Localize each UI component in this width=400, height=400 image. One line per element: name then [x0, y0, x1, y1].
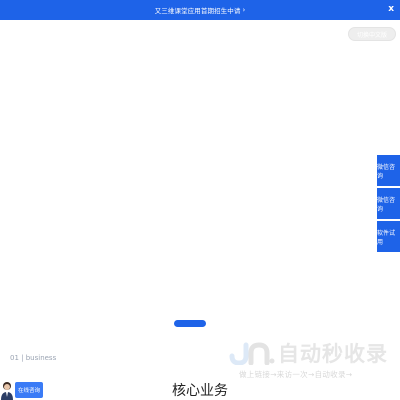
side-tab-software-trial[interactable]: 软件试用 [377, 221, 400, 252]
section-number: 01 | business [10, 354, 57, 362]
side-tab-wechat-consult[interactable]: 微信咨询 [377, 155, 400, 186]
carousel-indicator-active[interactable] [174, 320, 206, 327]
page: 又三维课堂应用首期招生中请 › x 切换中文版 微信咨询 微信咨询 软件试用 0… [0, 0, 400, 400]
watermark-header: 自动秒收录 [229, 338, 389, 368]
watermark-logo-icon [229, 342, 275, 365]
language-toggle-label: 切换中文版 [356, 31, 387, 39]
banner-text[interactable]: 又三维课堂应用首期招生中请 [155, 5, 241, 15]
side-tab-label: 微信咨询 [377, 196, 396, 213]
online-chat-widget[interactable]: 在线咨询 [0, 380, 44, 400]
chevron-right-icon: › [242, 6, 246, 14]
watermark-slogan: 做上链接→来访一次→自动收录→ [239, 370, 353, 379]
watermark: 自动秒收录 做上链接→来访一次→自动收录→ [229, 338, 389, 379]
close-icon[interactable]: x [388, 4, 394, 14]
side-tab-label: 微信咨询 [377, 163, 396, 180]
top-banner[interactable]: 又三维课堂应用首期招生中请 › x [0, 0, 400, 20]
side-tab-wechat-consult-2[interactable]: 微信咨询 [377, 188, 400, 219]
avatar [1, 382, 13, 400]
section-title: 核心业务 [172, 383, 228, 399]
language-toggle-button[interactable]: 切换中文版 [348, 27, 396, 41]
chat-button[interactable]: 在线咨询 [15, 382, 44, 398]
watermark-title: 自动秒收录 [278, 342, 388, 366]
side-float-tabs: 微信咨询 微信咨询 软件试用 [377, 155, 400, 254]
side-tab-label: 软件试用 [377, 229, 396, 246]
